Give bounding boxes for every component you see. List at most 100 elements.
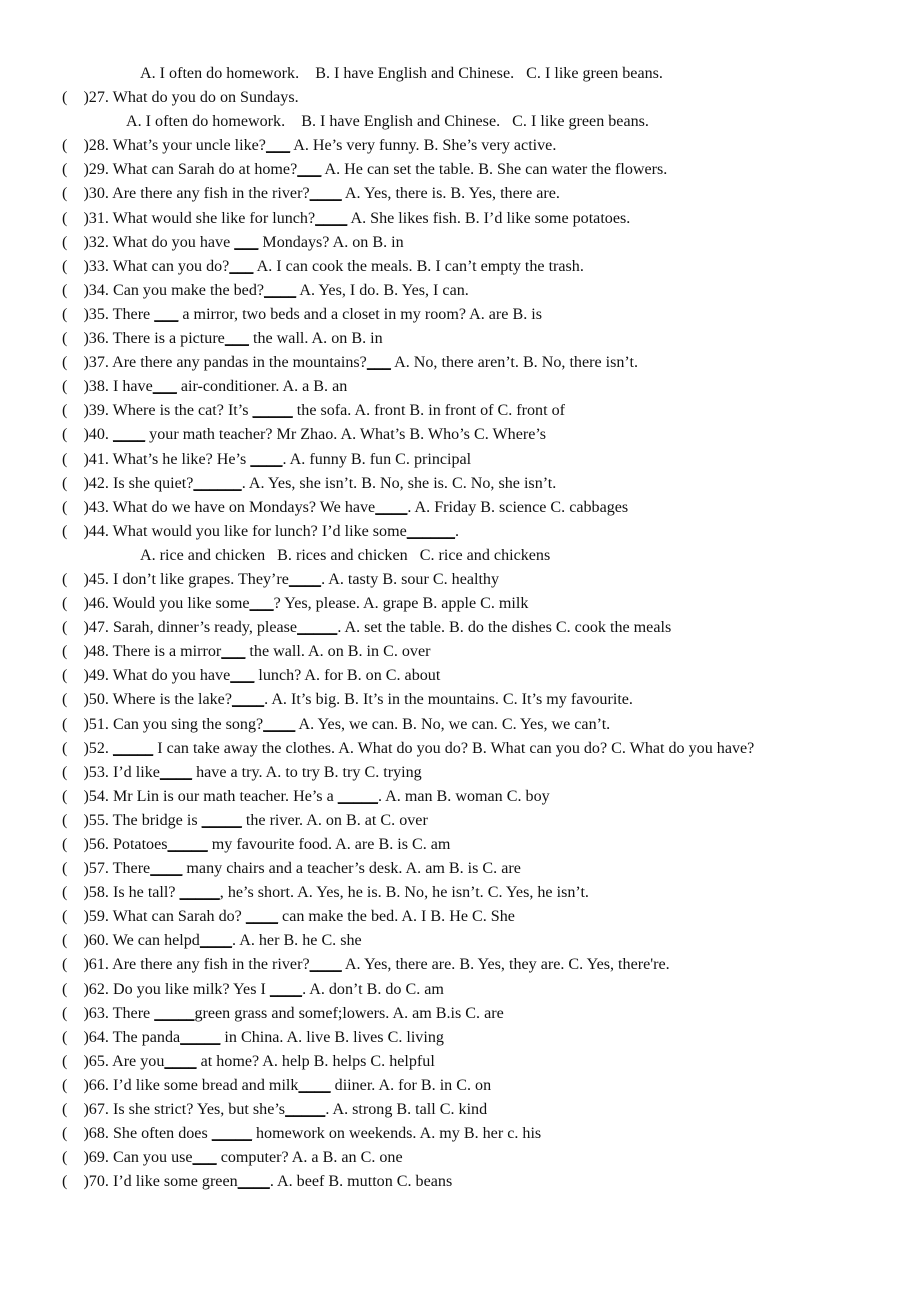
answer-blank[interactable]: ___	[193, 1149, 217, 1166]
answer-blank[interactable]: _____	[285, 1101, 325, 1118]
answer-blank[interactable]: ____	[315, 210, 347, 227]
answer-blank[interactable]: ____	[310, 956, 342, 973]
answer-blank[interactable]: ______	[193, 475, 241, 492]
answer-bracket-marker[interactable]: ( )47.	[62, 619, 109, 636]
answer-blank[interactable]: ____	[264, 282, 296, 299]
question-line: ( )62. Do you like milk? Yes I ____. A. …	[62, 978, 862, 1002]
answer-blank[interactable]: ______	[407, 523, 455, 540]
answer-blank[interactable]: _____	[253, 402, 293, 419]
answer-blank[interactable]: ____	[200, 932, 232, 949]
answer-bracket-marker[interactable]: ( )27.	[62, 89, 109, 106]
question-line: ( )31. What would she like for lunch?___…	[62, 207, 862, 231]
worksheet-body: A. I often do homework. B. I have Englis…	[62, 62, 862, 1194]
answer-bracket-marker[interactable]: ( )34.	[62, 282, 109, 299]
answer-bracket-marker[interactable]: ( )33.	[62, 258, 109, 275]
answer-blank[interactable]: _____	[168, 836, 208, 853]
answer-blank[interactable]: ___	[225, 330, 249, 347]
answer-blank[interactable]: ___	[297, 161, 321, 178]
question-stem: Where is the lake?	[108, 691, 232, 709]
question-options: at home? A. help B. helps C. helpful	[196, 1052, 435, 1070]
answer-bracket-marker[interactable]: ( )58.	[62, 884, 109, 901]
answer-blank[interactable]: ___	[234, 234, 258, 251]
answer-bracket-marker[interactable]: ( )37.	[62, 354, 109, 371]
answer-blank[interactable]: _____	[212, 1125, 252, 1142]
answer-bracket-marker[interactable]: ( )41.	[62, 451, 109, 468]
answer-blank[interactable]: ____	[246, 908, 278, 925]
answer-bracket-marker[interactable]: ( )49.	[62, 667, 109, 684]
answer-blank[interactable]: ____	[298, 1077, 330, 1094]
answer-blank[interactable]: _____	[202, 812, 242, 829]
answer-blank[interactable]: ____	[310, 185, 342, 202]
question-line: ( )53. I’d like____ have a try. A. to tr…	[62, 761, 862, 785]
answer-bracket-marker[interactable]: ( )31.	[62, 210, 109, 227]
answer-blank[interactable]: ____	[375, 499, 407, 516]
answer-bracket-marker[interactable]: ( )64.	[62, 1029, 109, 1046]
answer-blank[interactable]: ____	[289, 571, 321, 588]
answer-blank[interactable]: ____	[164, 1053, 196, 1070]
answer-blank[interactable]: ___	[154, 306, 178, 323]
answer-blank[interactable]: ___	[230, 667, 254, 684]
answer-bracket-marker[interactable]: ( )45.	[62, 571, 109, 588]
answer-bracket-marker[interactable]: ( )28.	[62, 137, 109, 154]
answer-blank[interactable]: ____	[238, 1173, 270, 1190]
answer-blank[interactable]: _____	[338, 788, 378, 805]
document-page: A. I often do homework. B. I have Englis…	[0, 0, 920, 1302]
answer-blank[interactable]: ____	[160, 764, 192, 781]
answer-blank[interactable]: ___	[367, 354, 391, 371]
question-options: A. Yes, there are. B. Yes, they are. C. …	[341, 956, 670, 974]
answer-blank[interactable]: _____	[297, 619, 337, 636]
answer-blank[interactable]: ____	[150, 860, 182, 877]
answer-bracket-marker[interactable]: ( )56.	[62, 836, 109, 853]
answer-blank[interactable]: _____	[154, 1005, 194, 1022]
answer-blank[interactable]: ___	[266, 137, 290, 154]
answer-bracket-marker[interactable]: ( )36.	[62, 330, 109, 347]
answer-bracket-marker[interactable]: ( )29.	[62, 161, 109, 178]
answer-bracket-marker[interactable]: ( )62.	[62, 981, 109, 998]
question-line: ( )44. What would you like for lunch? I’…	[62, 520, 862, 544]
answer-blank[interactable]: ___	[250, 595, 274, 612]
answer-bracket-marker[interactable]: ( )35.	[62, 306, 109, 323]
answer-blank[interactable]: _____	[180, 884, 220, 901]
answer-bracket-marker[interactable]: ( )66.	[62, 1077, 109, 1094]
answer-blank[interactable]: ___	[229, 258, 253, 275]
answer-bracket-marker[interactable]: ( )60.	[62, 932, 109, 949]
answer-bracket-marker[interactable]: ( )55.	[62, 812, 109, 829]
answer-bracket-marker[interactable]: ( )63.	[62, 1005, 109, 1022]
answer-blank[interactable]: _____	[180, 1029, 220, 1046]
answer-bracket-marker[interactable]: ( )61.	[62, 956, 109, 973]
answer-bracket-marker[interactable]: ( )51.	[62, 716, 109, 733]
question-line: ( )50. Where is the lake?____. A. It’s b…	[62, 688, 862, 712]
answer-blank[interactable]: _____	[113, 740, 153, 757]
answer-bracket-marker[interactable]: ( )48.	[62, 643, 109, 660]
answer-bracket-marker[interactable]: ( )40.	[62, 426, 109, 443]
answer-bracket-marker[interactable]: ( )38.	[62, 378, 109, 395]
answer-bracket-marker[interactable]: ( )67.	[62, 1101, 109, 1118]
answer-bracket-marker[interactable]: ( )43.	[62, 499, 109, 516]
answer-bracket-marker[interactable]: ( )59.	[62, 908, 109, 925]
answer-blank[interactable]: ____	[250, 451, 282, 468]
answer-blank[interactable]: ____	[232, 691, 264, 708]
question-options: . A. Friday B. science C. cabbages	[407, 498, 629, 516]
answer-bracket-marker[interactable]: ( )39.	[62, 402, 109, 419]
answer-bracket-marker[interactable]: ( )46.	[62, 595, 109, 612]
answer-blank[interactable]: ____	[263, 716, 295, 733]
answer-blank[interactable]: ____	[270, 981, 302, 998]
answer-bracket-marker[interactable]: ( )53.	[62, 764, 109, 781]
answer-bracket-marker[interactable]: ( )32.	[62, 234, 109, 251]
answer-bracket-marker[interactable]: ( )57.	[62, 860, 109, 877]
answer-bracket-marker[interactable]: ( )42.	[62, 475, 109, 492]
answer-blank[interactable]: ___	[221, 643, 245, 660]
answer-blank[interactable]: ____	[113, 426, 145, 443]
answer-bracket-marker[interactable]: ( )44.	[62, 523, 109, 540]
answer-bracket-marker[interactable]: ( )70.	[62, 1173, 109, 1190]
answer-bracket-marker[interactable]: ( )68.	[62, 1125, 109, 1142]
answer-blank[interactable]: ___	[153, 378, 177, 395]
answer-bracket-marker[interactable]: ( )65.	[62, 1053, 109, 1070]
question-options: a mirror, two beds and a closet in my ro…	[178, 305, 542, 323]
answer-bracket-marker[interactable]: ( )30.	[62, 185, 109, 202]
answer-bracket-marker[interactable]: ( )50.	[62, 691, 109, 708]
question-line: ( )27. What do you do on Sundays.	[62, 86, 862, 110]
answer-bracket-marker[interactable]: ( )54.	[62, 788, 109, 805]
answer-bracket-marker[interactable]: ( )52.	[62, 740, 109, 757]
answer-bracket-marker[interactable]: ( )69.	[62, 1149, 109, 1166]
